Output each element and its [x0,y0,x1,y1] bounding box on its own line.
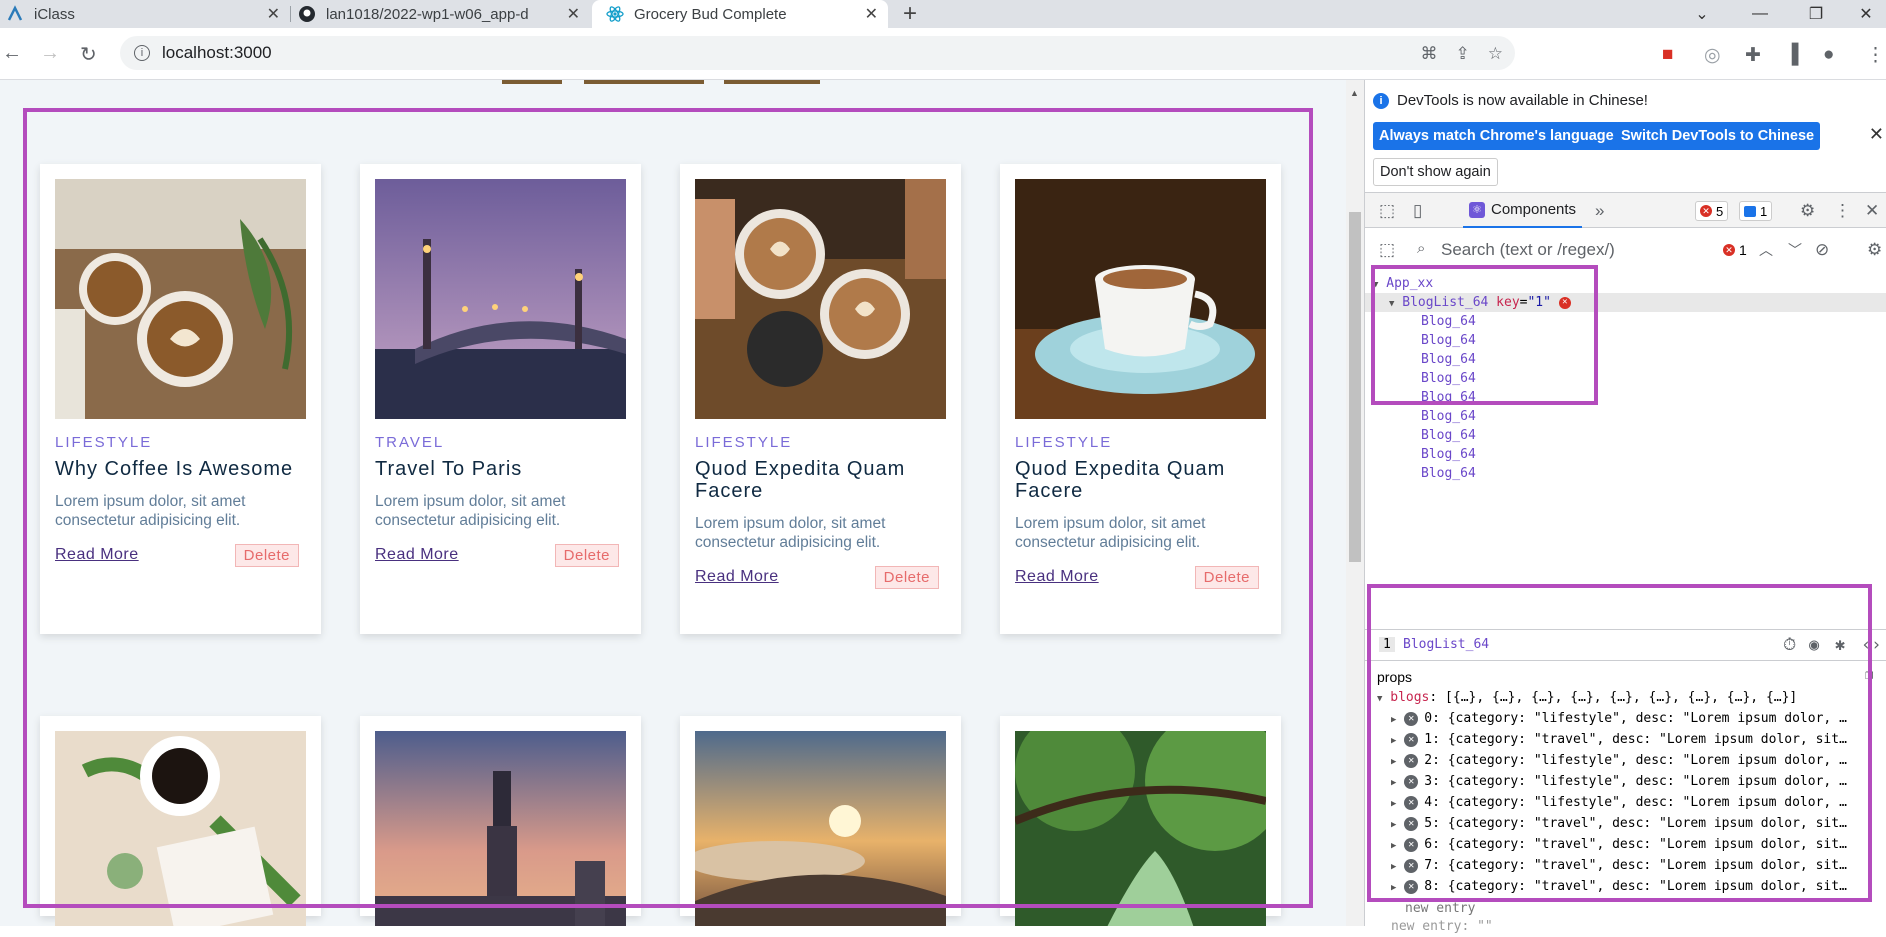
close-window-button[interactable]: ✕ [1846,0,1886,28]
highlight-box-cards [23,108,1313,908]
browser-tab-strip: iClass ✕ lan1018/2022-wp1-w06_app-d ✕ Gr… [0,0,1886,28]
share-icon[interactable]: ⇪ [1456,44,1470,64]
side-panel-icon[interactable]: ▐ [1785,44,1798,66]
browser-tab-grocery[interactable]: Grocery Bud Complete ✕ [592,0,888,28]
tab-search-icon[interactable]: ⌄ [1682,0,1722,28]
close-banner-icon[interactable]: ✕ [1869,124,1884,145]
devtools-language-banner: i DevTools is now available in Chinese! [1373,92,1648,109]
top-button-edge [584,80,704,84]
search-input[interactable]: Search (text or /regex/) [1441,240,1615,260]
top-button-edge [724,80,820,84]
devtools-menu-icon[interactable]: ⋮ [1834,201,1851,221]
dont-show-again-button[interactable]: Don't show again [1373,158,1498,186]
app-page: LIFESTYLE Why Coffee Is Awesome Lorem ip… [0,80,1346,926]
extensions-puzzle-icon[interactable]: ✚ [1745,44,1761,67]
extension-red-icon[interactable]: ■ [1662,44,1673,66]
component-settings-icon[interactable]: ⚙ [1867,240,1882,260]
more-tabs-icon[interactable]: » [1595,201,1604,221]
inspect-element-icon[interactable]: ⬚ [1379,201,1395,221]
extension-circle-icon[interactable]: ◎ [1704,44,1721,67]
close-tab-icon[interactable]: ✕ [567,4,580,24]
react-logo-icon: ⚛ [1469,201,1485,218]
minimize-window-button[interactable]: — [1740,0,1780,28]
search-error-count: 1 [1739,242,1747,258]
new-entry-label: new entry: "" [1391,919,1493,934]
restore-window-button[interactable]: ❐ [1796,0,1836,28]
match-language-button[interactable]: Always match Chrome's language [1373,122,1620,150]
page-scrollbar-thumb[interactable] [1349,212,1361,562]
address-bar-row: ← → ↻ i localhost:3000 ⌘ ⇪ ☆ ■ ◎ ✚ ▐ ● ⋮ [0,28,1886,80]
info-icon: i [1373,92,1389,109]
settings-gear-icon[interactable]: ⚙ [1800,201,1815,221]
tree-node-blog[interactable]: Blog_64 [1365,464,1886,483]
device-toggle-icon[interactable]: ▯ [1413,201,1422,221]
github-favicon-icon [298,5,316,23]
react-favicon-icon [606,5,624,23]
url-text[interactable]: localhost:3000 [162,43,272,63]
iclass-favicon-icon [6,5,24,23]
message-icon [1744,205,1756,217]
close-tab-icon[interactable]: ✕ [865,4,878,24]
translate-icon[interactable]: ⌘ [1421,44,1438,64]
messages-count: 1 [1760,203,1768,219]
select-component-icon[interactable]: ⬚ [1379,240,1395,260]
chevron-down-icon[interactable]: ﹀ [1788,240,1802,260]
forward-arrow-icon[interactable]: → [40,42,60,65]
messages-badge[interactable]: 1 [1739,201,1773,221]
errors-badge[interactable]: ✕ 5 [1695,201,1729,221]
close-devtools-icon[interactable]: ✕ [1865,201,1879,221]
tab-components[interactable]: ⚛ Components [1463,193,1583,228]
error-icon: ✕ [1700,205,1712,217]
chevron-up-icon[interactable]: ︿ [1759,240,1773,260]
search-icon: ⌕ [1417,240,1426,257]
clear-search-icon[interactable]: ⊘ [1815,240,1829,260]
new-entry-input[interactable]: new entry [1405,899,1475,919]
errors-count: 5 [1716,203,1724,219]
profile-avatar-icon[interactable]: ● [1823,44,1834,66]
tab-title: lan1018/2022-wp1-w06_app-d [326,5,529,23]
site-info-icon[interactable]: i [134,45,150,61]
top-button-edge [502,80,562,84]
tree-node-blog[interactable]: Blog_64 [1365,426,1886,445]
tree-node-blog[interactable]: Blog_64 [1365,445,1886,464]
omnibox[interactable]: i localhost:3000 ⌘ ⇪ ☆ [120,36,1515,70]
highlight-box-props [1367,584,1872,902]
back-arrow-icon[interactable]: ← [2,42,22,65]
scroll-up-arrow-icon[interactable]: ▲ [1350,88,1359,98]
browser-tab-github[interactable]: lan1018/2022-wp1-w06_app-d ✕ [298,0,590,28]
search-error-indicator: ✕ 1 [1723,242,1747,258]
new-tab-button[interactable]: + [903,0,917,28]
banner-text: DevTools is now available in Chinese! [1397,92,1648,109]
tab-title: iClass [34,5,75,23]
bookmark-star-icon[interactable]: ☆ [1488,44,1503,64]
reload-icon[interactable]: ↻ [80,42,97,67]
switch-to-chinese-button[interactable]: Switch DevTools to Chinese [1615,122,1821,150]
tab-title: Grocery Bud Complete [634,5,787,23]
tree-node-blog[interactable]: Blog_64 [1365,407,1886,426]
close-tab-icon[interactable]: ✕ [267,4,280,24]
devtools-toolbar: ⬚ ▯ ⚛ Components » ✕ 5 1 ⚙ ⋮ ✕ [1365,192,1886,228]
browser-tab-iclass[interactable]: iClass ✕ [0,0,290,28]
browser-menu-icon[interactable]: ⋮ [1866,44,1885,67]
highlight-box-tree [1371,265,1598,405]
tab-components-label: Components [1491,201,1577,218]
error-icon: ✕ [1723,244,1735,256]
